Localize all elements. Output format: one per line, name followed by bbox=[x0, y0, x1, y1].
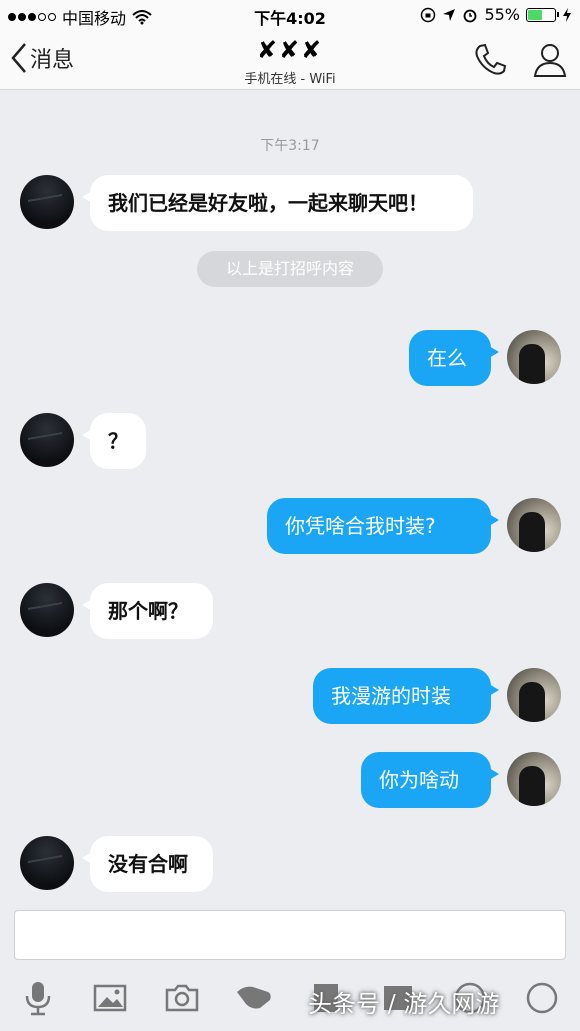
orientation-lock-icon bbox=[421, 7, 436, 22]
my-avatar[interactable] bbox=[507, 752, 561, 806]
incoming-message[interactable]: 那个啊？ bbox=[82, 583, 213, 639]
message-input[interactable] bbox=[14, 910, 566, 960]
incoming-message[interactable]: 我们已经是好友啦，一起来聊天吧！ bbox=[82, 175, 473, 231]
watermark: 头条号 / 游久网游 bbox=[308, 990, 500, 1018]
nav-bar: 消息 ✘✘✘ 手机在线 - WiFi bbox=[0, 30, 580, 90]
my-avatar[interactable] bbox=[507, 668, 561, 722]
my-avatar[interactable] bbox=[507, 330, 561, 384]
contact-avatar[interactable] bbox=[20, 583, 74, 637]
alarm-icon bbox=[464, 9, 477, 22]
status-bar: 中国移动 下午4:02 55% bbox=[0, 0, 580, 30]
contact-avatar[interactable] bbox=[20, 175, 74, 229]
shake-icon[interactable] bbox=[234, 978, 274, 1018]
location-icon bbox=[443, 8, 456, 21]
chat-area[interactable]: 下午3:17 我们已经是好友啦，一起来聊天吧！ 以上是打招呼内容 在么 ？ 你凭… bbox=[0, 91, 580, 901]
outgoing-message[interactable]: 我漫游的时装 bbox=[313, 668, 499, 724]
outgoing-message[interactable]: 在么 bbox=[409, 330, 499, 386]
system-notice: 以上是打招呼内容 bbox=[197, 251, 383, 287]
more-icon[interactable] bbox=[522, 978, 562, 1018]
battery-percent: 55% bbox=[484, 5, 520, 24]
camera-icon[interactable] bbox=[162, 978, 202, 1018]
contact-avatar[interactable] bbox=[20, 836, 74, 890]
phone-icon[interactable] bbox=[470, 40, 510, 80]
my-avatar[interactable] bbox=[507, 498, 561, 552]
battery-icon bbox=[526, 7, 559, 22]
message-timestamp: 下午3:17 bbox=[260, 138, 320, 154]
charging-icon bbox=[563, 7, 571, 22]
profile-icon[interactable] bbox=[530, 40, 570, 80]
microphone-icon[interactable] bbox=[18, 978, 58, 1018]
image-icon[interactable] bbox=[90, 978, 130, 1018]
outgoing-message[interactable]: 你凭啥合我时装? bbox=[267, 498, 499, 554]
incoming-message[interactable]: ？ bbox=[82, 413, 146, 469]
outgoing-message[interactable]: 你为啥动 bbox=[361, 752, 499, 808]
contact-avatar[interactable] bbox=[20, 413, 74, 467]
incoming-message[interactable]: 没有合啊 bbox=[82, 836, 213, 892]
